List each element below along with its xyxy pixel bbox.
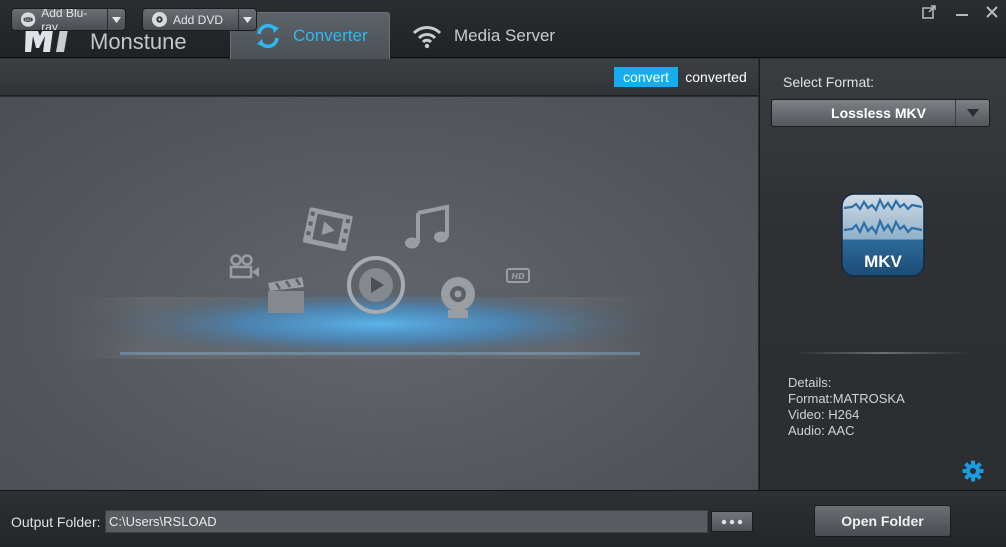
add-dvd-label: Add DVD xyxy=(173,12,224,27)
music-note-icon xyxy=(405,204,449,249)
minimize-icon xyxy=(956,14,968,16)
tab-converter-label: Converter xyxy=(293,26,368,45)
add-bluray-button[interactable]: BD Add Blu-ray xyxy=(11,8,126,31)
svg-text:HD: HD xyxy=(511,272,525,281)
browse-button[interactable] xyxy=(711,511,753,532)
bluray-disc-icon: BD xyxy=(20,12,36,27)
close-button[interactable] xyxy=(984,5,1000,19)
panel-divider xyxy=(795,352,970,354)
refresh-icon xyxy=(257,23,279,49)
clapperboard-icon xyxy=(268,277,304,313)
add-bluray-label: Add Blu-ray xyxy=(41,8,88,31)
gear-icon[interactable] xyxy=(962,460,984,482)
chevron-down-icon xyxy=(243,16,253,23)
output-folder-input[interactable] xyxy=(105,510,708,533)
add-bluray-dropdown[interactable] xyxy=(107,9,125,30)
camcorder-icon xyxy=(229,254,259,279)
details-title: Details: xyxy=(788,375,832,390)
format-details: Details: Format:MATROSKA Video: H264 Aud… xyxy=(788,375,905,439)
close-icon xyxy=(986,6,998,18)
select-format-label: Select Format: xyxy=(783,74,875,90)
popout-icon xyxy=(922,5,936,19)
tab-converted[interactable]: converted xyxy=(680,67,752,87)
add-dvd-main[interactable]: Add DVD xyxy=(143,9,238,30)
app-name: Monstune xyxy=(90,29,187,54)
file-drop-area[interactable]: HD xyxy=(0,97,758,490)
hd-icon: HD xyxy=(506,268,530,283)
open-folder-button[interactable]: Open Folder xyxy=(814,505,951,537)
ellipsis-icon xyxy=(721,519,743,524)
format-select[interactable]: Lossless MKV xyxy=(771,99,990,127)
chevron-down-icon xyxy=(112,16,122,23)
details-video: Video: H264 xyxy=(788,407,860,422)
minimize-button[interactable] xyxy=(954,5,970,19)
dvd-disc-icon xyxy=(152,12,167,27)
wifi-icon xyxy=(412,25,442,48)
drop-area-illustration: HD xyxy=(60,204,678,362)
output-folder-label: Output Folder: xyxy=(11,514,101,530)
tab-convert[interactable]: convert xyxy=(614,67,678,87)
popout-button[interactable] xyxy=(921,5,937,19)
format-select-dropdown[interactable] xyxy=(955,100,989,126)
format-select-value: Lossless MKV xyxy=(831,105,926,121)
svg-text:BD: BD xyxy=(25,17,32,23)
add-dvd-button[interactable]: Add DVD xyxy=(142,8,257,31)
film-icon xyxy=(302,207,353,251)
chevron-down-icon xyxy=(966,109,979,117)
add-dvd-dropdown[interactable] xyxy=(238,9,256,30)
add-bluray-main[interactable]: BD Add Blu-ray xyxy=(12,9,107,30)
tab-media-server-label: Media Server xyxy=(454,25,556,45)
tab-media-server[interactable]: Media Server xyxy=(412,12,572,59)
format-badge-label: MKV xyxy=(864,252,902,271)
details-format: Format:MATROSKA xyxy=(788,391,905,406)
details-audio: Audio: AAC xyxy=(788,423,855,438)
